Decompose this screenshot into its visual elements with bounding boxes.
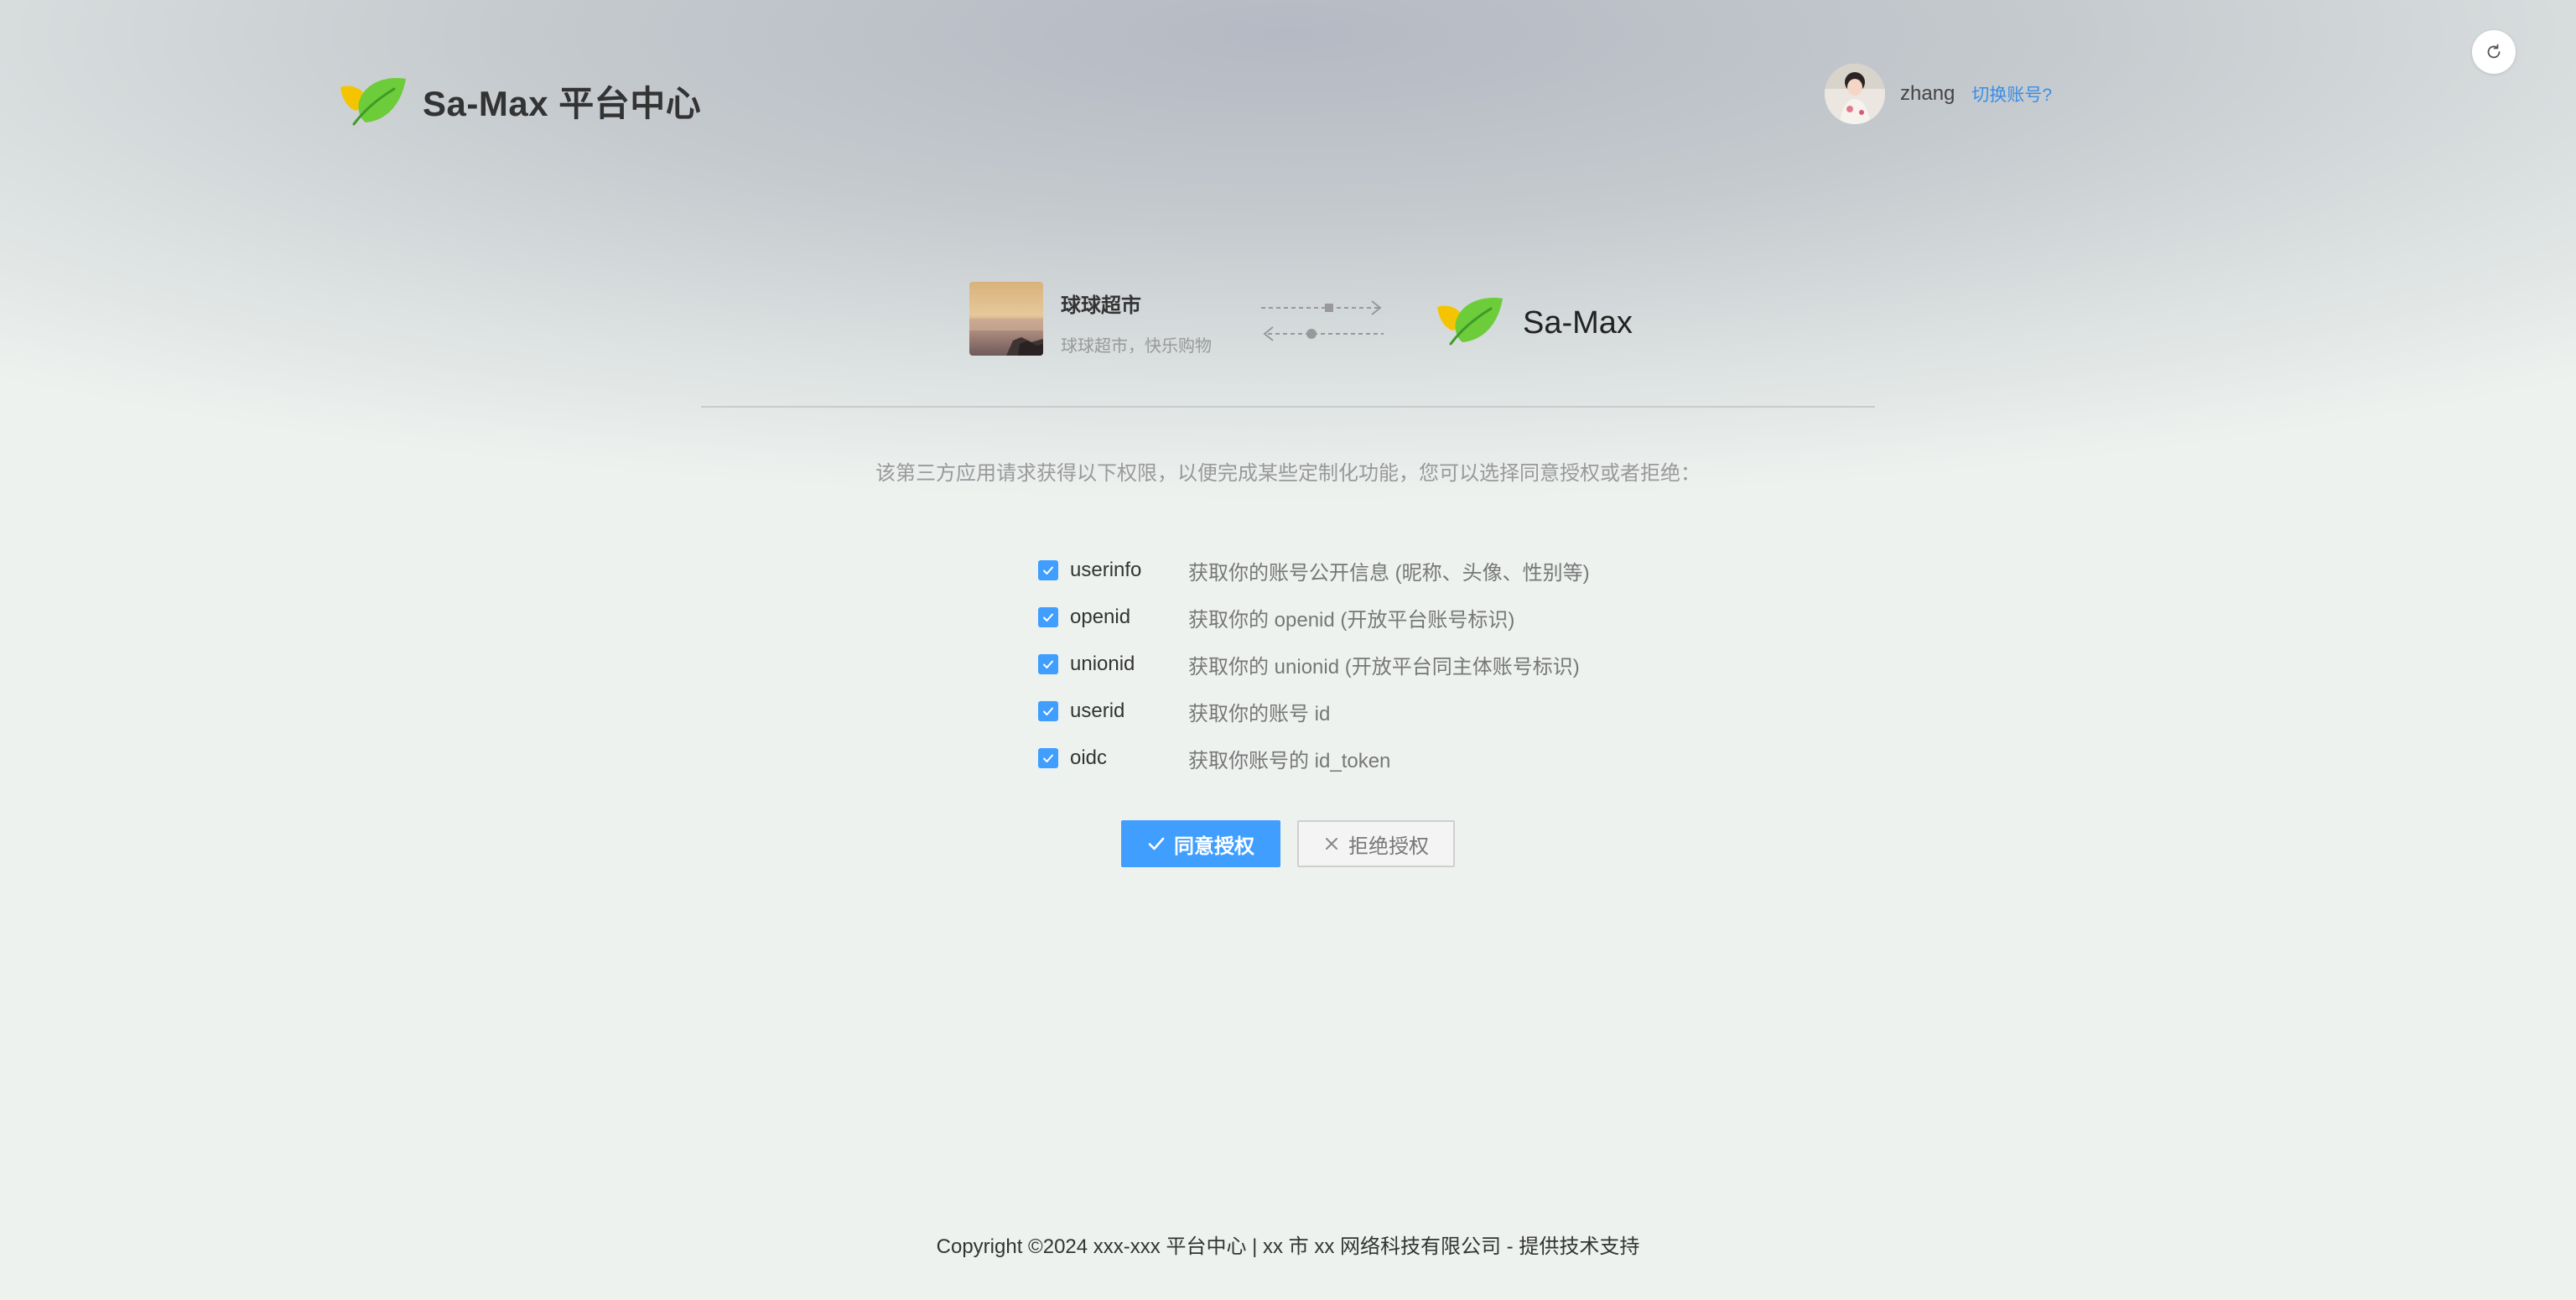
scope-item-userid: userid 获取你的账号 id xyxy=(1038,688,1330,735)
refresh-icon xyxy=(2487,44,2501,59)
avatar-image xyxy=(1825,64,1885,124)
refresh-button[interactable] xyxy=(2472,30,2516,74)
scope-description: 获取你的 unionid (开放平台同主体账号标识) xyxy=(1188,655,1580,679)
scope-item-unionid: unionid 获取你的 unionid (开放平台同主体账号标识) xyxy=(1038,641,1580,688)
scope-key: userinfo xyxy=(1070,559,1142,581)
scope-description: 获取你的账号公开信息 (昵称、头像、性别等) xyxy=(1188,561,1590,585)
copyright-footer: Copyright ©2024 xxx-xxx 平台中心 | xx 市 xx 网… xyxy=(936,1235,1640,1258)
scope-checkbox[interactable] xyxy=(1038,701,1058,721)
client-app-logo xyxy=(969,282,1043,356)
username: zhang xyxy=(1900,82,1955,105)
authorization-prompt: 该第三方应用请求获得以下权限，以便完成某些定制化功能，您可以选择同意授权或者拒绝… xyxy=(875,462,1701,485)
reject-button-label: 拒绝授权 xyxy=(1348,835,1429,858)
scope-checkbox[interactable] xyxy=(1038,560,1058,580)
agree-button-label: 同意授权 xyxy=(1174,835,1254,858)
agree-button[interactable]: 同意授权 xyxy=(1121,820,1280,867)
scope-description: 获取你的账号 id xyxy=(1188,702,1331,725)
check-icon xyxy=(1043,754,1053,762)
scope-list: userinfo 获取你的账号公开信息 (昵称、头像、性别等) openid 获… xyxy=(1038,547,1590,782)
client-app-name: 球球超市 xyxy=(1061,294,1141,317)
scope-item-userinfo: userinfo 获取你的账号公开信息 (昵称、头像、性别等) xyxy=(1038,547,1590,594)
client-app-image xyxy=(969,282,1043,356)
scope-checkbox[interactable] xyxy=(1038,748,1058,768)
check-icon xyxy=(1148,837,1165,850)
check-icon xyxy=(1043,660,1053,668)
user-avatar[interactable] xyxy=(1825,64,1885,124)
check-icon xyxy=(1043,613,1053,621)
switch-account-link[interactable]: 切换账号? xyxy=(1971,81,2052,107)
check-icon xyxy=(1043,566,1053,575)
scope-key: oidc xyxy=(1070,746,1108,769)
scope-key: openid xyxy=(1070,606,1131,628)
divider xyxy=(701,406,1875,408)
site-title: Sa-Max 平台中心 xyxy=(423,83,702,123)
scope-key: unionid xyxy=(1070,653,1135,675)
scope-item-oidc: oidc 获取你账号的 id_token xyxy=(1038,735,1390,782)
check-icon xyxy=(1043,707,1053,715)
leaf-logo-icon xyxy=(340,78,406,126)
reject-button[interactable]: 拒绝授权 xyxy=(1297,820,1455,867)
site-logo[interactable]: Sa-Max 平台中心 xyxy=(335,74,701,127)
exchange-arrows-icon xyxy=(1261,300,1384,341)
leaf-logo-icon xyxy=(1437,298,1503,346)
scope-key: userid xyxy=(1070,699,1125,722)
scope-description: 获取你账号的 id_token xyxy=(1188,749,1391,772)
scope-checkbox[interactable] xyxy=(1038,607,1058,627)
user-panel: zhang 切换账号? xyxy=(1825,64,2052,124)
scope-description: 获取你的 openid (开放平台账号标识) xyxy=(1188,608,1515,632)
platform-name: Sa-Max xyxy=(1523,305,1633,341)
scope-item-openid: openid 获取你的 openid (开放平台账号标识) xyxy=(1038,594,1514,641)
client-app-description: 球球超市，快乐购物 xyxy=(1061,337,1212,356)
close-icon xyxy=(1326,838,1337,850)
scope-checkbox[interactable] xyxy=(1038,654,1058,674)
